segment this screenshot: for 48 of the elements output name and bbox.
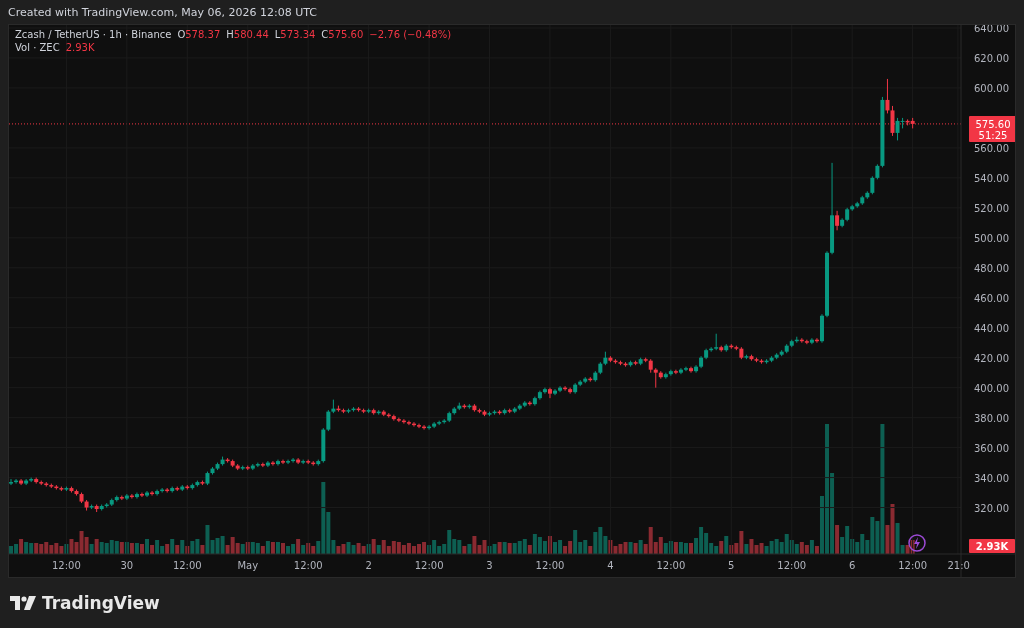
time-tick: 12:00 [52, 560, 81, 571]
chart-caption: Created with TradingView.com, May 06, 2026 12:08 UTC [7, 4, 319, 21]
time-tick: 4 [607, 560, 614, 571]
time-tick: 12:00 [293, 560, 323, 571]
price-tick: 480.00 [974, 262, 1009, 274]
price-tick: 340.00 [974, 472, 1009, 484]
time-tick: 12:00 [656, 560, 686, 571]
time-tick: 21:0 [947, 560, 970, 571]
time-tick: 12:00 [414, 560, 444, 571]
time-tick: May [237, 560, 259, 571]
price-tick: 540.00 [974, 172, 1009, 184]
price-tick: 500.00 [974, 232, 1009, 244]
ohlc-value: 575.60 [328, 29, 364, 40]
price-tick: 460.00 [974, 292, 1009, 304]
price-tick: 440.00 [974, 322, 1009, 334]
price-tick: 520.00 [974, 202, 1009, 214]
symbol-title: Zcash / TetherUS · 1h · Binance [15, 29, 172, 40]
time-tick: 5 [728, 560, 735, 571]
volume-tag: 2.93K [969, 539, 1015, 553]
ohlc-label: H [226, 29, 234, 40]
ohlc-label: O [177, 29, 186, 40]
ohlc-value: 580.44 [233, 29, 269, 40]
brand-name: TradingView [42, 593, 160, 613]
ohlc-label: C [321, 29, 329, 40]
ohlc-value: 573.34 [280, 29, 316, 40]
time-tick: 6 [849, 560, 856, 571]
price-tick: 640.00 [974, 25, 1009, 34]
price-tick: 560.00 [974, 142, 1009, 154]
time-tick: 12:00 [535, 560, 565, 571]
price-tick: 360.00 [974, 442, 1009, 454]
time-tick: 30 [120, 560, 134, 571]
time-tick: 12:00 [172, 560, 202, 571]
price-change: −2.76 (−0.48%) [369, 29, 452, 40]
ohlc-value: 578.37 [185, 29, 221, 40]
price-tick: 320.00 [974, 502, 1009, 514]
price-tick: 620.00 [974, 52, 1009, 64]
price-tick: 420.00 [974, 352, 1009, 364]
price-tick: 600.00 [974, 82, 1009, 94]
time-tick: 12:00 [898, 560, 928, 571]
volume-value: 2.93K [65, 42, 95, 53]
price-tick: 400.00 [974, 382, 1009, 394]
time-tick: 3 [486, 560, 493, 571]
time-tick: 2 [365, 560, 372, 571]
time-tick: 12:00 [777, 560, 807, 571]
volume-label: Vol · ZEC [15, 42, 60, 53]
ohlc-label: L [274, 29, 281, 40]
last-price-tag: 575.60 51:25 [969, 115, 1015, 142]
price-tick: 380.00 [974, 412, 1009, 424]
